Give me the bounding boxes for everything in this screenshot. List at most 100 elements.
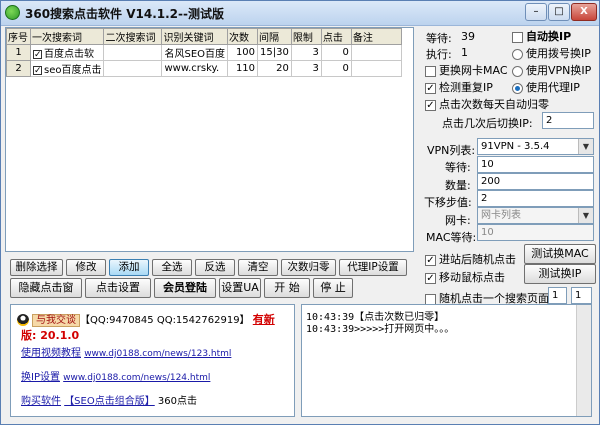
clear-button[interactable]: 清空 [238, 259, 278, 276]
vpn-wait-label: 等待: [445, 161, 471, 174]
times-cell[interactable]: 100 [227, 44, 259, 61]
kw1-cell[interactable]: ✓ 百度点击软 [29, 44, 105, 61]
col-header-no[interactable]: 序号 [6, 28, 31, 45]
nic-label: 网卡: [445, 214, 471, 227]
chevron-down-icon[interactable]: ▼ [578, 208, 593, 223]
ident-cell[interactable]: www.crsky. [161, 60, 229, 77]
start-button[interactable]: 开 始 [264, 278, 310, 298]
checkbox-icon [425, 293, 436, 305]
add-button[interactable]: 添加 [109, 259, 149, 276]
interval-cell[interactable]: 20 [257, 60, 292, 77]
random-click-checkbox[interactable]: ✓ 进站后随机点击 [425, 251, 516, 267]
kw1-cell[interactable]: ✓ seo百度点击 [29, 60, 105, 77]
chevron-down-icon[interactable]: ▼ [578, 139, 593, 154]
minimize-button[interactable]: – [525, 3, 547, 21]
close-button[interactable]: X [571, 3, 597, 21]
limit-cell[interactable]: 3 [290, 60, 322, 77]
vpn-step-input[interactable]: 2 [477, 190, 594, 207]
log-line: 10:43:39>>>>>打开网页中。。。 [306, 324, 455, 335]
use-proxy-radio[interactable]: 使用代理IP [512, 79, 580, 95]
auto-switch-ip-checkbox[interactable]: 自动换IP [512, 28, 571, 44]
click-settings-button[interactable]: 点击设置 [85, 278, 151, 298]
new-version-link[interactable]: 有新 [253, 313, 275, 326]
buy-link[interactable]: 购买软件 [21, 396, 61, 407]
edit-button[interactable]: 修改 [66, 259, 106, 276]
reset-count-button[interactable]: 次数归零 [281, 259, 336, 276]
test-ip-button[interactable]: 测试换IP [524, 264, 596, 284]
ip-settings-link[interactable]: 换IP设置 [21, 372, 60, 383]
interval-min: 15 [260, 47, 273, 58]
kw2-cell[interactable] [103, 60, 163, 77]
maximize-button[interactable]: □ [548, 3, 570, 21]
row-checkbox[interactable]: ✓ [33, 65, 42, 75]
title-bar[interactable]: 360搜索点击软件 V14.1.2--测试版 – □ X [1, 1, 599, 26]
checkbox-icon: ✓ [425, 254, 436, 266]
checkbox-icon: ✓ [425, 99, 436, 111]
note-cell[interactable] [350, 60, 402, 77]
set-ua-button[interactable]: 设置UA [219, 278, 261, 298]
radio-label: 使用VPN换IP [526, 64, 592, 77]
col-header-note[interactable]: 备注 [350, 28, 402, 45]
select-all-button[interactable]: 全选 [152, 259, 192, 276]
daily-reset-checkbox[interactable]: ✓ 点击次数每天自动归零 [425, 96, 549, 112]
checkbox-label: 自动换IP [526, 30, 572, 43]
col-header-kw2[interactable]: 二次搜索词 [103, 28, 163, 45]
vpn-list-select[interactable]: 91VPN - 3.5.4 ▼ [477, 138, 594, 155]
vpn-count-input[interactable]: 200 [477, 173, 594, 190]
page-to-input[interactable]: 1 [571, 287, 592, 304]
tutorial-line: 使用视频教程 www.dj0188.com/news/123.html [21, 344, 231, 359]
log-panel[interactable]: 10:43:39【点击次数已归零】 10:43:39>>>>>打开网页中。。。 [301, 304, 592, 417]
combo-link[interactable]: 【SEO点击组合版】 [64, 396, 155, 407]
radio-label: 使用拨号换IP [526, 47, 591, 60]
table-row[interactable]: 1 ✓ 百度点击软 名风SEO百度 100 15|30 3 0 [6, 44, 402, 61]
vpn-wait-input[interactable]: 10 [477, 156, 594, 173]
stop-button[interactable]: 停 止 [313, 278, 353, 298]
test-mac-button[interactable]: 测试换MAC [524, 244, 596, 264]
use-dialup-radio[interactable]: 使用拨号换IP [512, 45, 591, 61]
radio-icon [512, 82, 523, 94]
tutorial-url-link[interactable]: www.dj0188.com/news/123.html [84, 349, 231, 359]
switch-after-input[interactable]: 2 [542, 112, 594, 129]
col-header-interval[interactable]: 间隔 [257, 28, 292, 45]
member-login-button[interactable]: 会员登陆 [154, 278, 216, 298]
col-header-kw1[interactable]: 一次搜索词 [29, 28, 105, 45]
col-header-times[interactable]: 次数 [227, 28, 259, 45]
kw2-cell[interactable] [103, 44, 163, 61]
row-checkbox[interactable]: ✓ [33, 49, 42, 59]
col-header-ident[interactable]: 识别关键词 [161, 28, 229, 45]
invert-selection-button[interactable]: 反选 [195, 259, 235, 276]
keyword-table[interactable]: 序号 一次搜索词 二次搜索词 识别关键词 次数 间隔 限制 点击 备注 1 ✓ 百… [5, 27, 414, 252]
note-cell[interactable] [350, 44, 402, 61]
mac-wait-label: MAC等待: [426, 231, 477, 244]
ip-settings-url-link[interactable]: www.dj0188.com/news/124.html [63, 373, 210, 383]
col-header-clicks[interactable]: 点击 [320, 28, 352, 45]
times-cell[interactable]: 110 [227, 60, 259, 77]
table-header-row: 序号 一次搜索词 二次搜索词 识别关键词 次数 间隔 限制 点击 备注 [6, 28, 402, 45]
limit-cell[interactable]: 3 [290, 44, 322, 61]
mac-wait-input[interactable]: 10 [477, 224, 594, 241]
change-mac-checkbox[interactable]: 更换网卡MAC [425, 62, 508, 78]
nic-select[interactable]: 网卡列表 ▼ [477, 207, 594, 224]
detect-dup-ip-checkbox[interactable]: ✓ 检测重复IP [425, 79, 493, 95]
tutorial-link[interactable]: 使用视频教程 [21, 348, 81, 359]
move-mouse-checkbox[interactable]: ✓ 移动鼠标点击 [425, 269, 505, 285]
app-logo-icon [5, 5, 20, 20]
proxy-settings-button[interactable]: 代理IP设置 [339, 259, 407, 276]
checkbox-label: 更换网卡MAC [439, 64, 508, 77]
table-row[interactable]: 2 ✓ seo百度点击 www.crsky. 110 20 3 0 [6, 60, 402, 77]
use-vpn-radio[interactable]: 使用VPN换IP [512, 62, 591, 78]
clicks-cell[interactable]: 0 [320, 60, 352, 77]
row-number: 1 [6, 44, 31, 61]
hide-click-window-button[interactable]: 隐藏点击窗 [10, 278, 82, 298]
page-from-input[interactable]: 1 [548, 287, 567, 304]
interval-cell[interactable]: 15|30 [257, 44, 292, 61]
waiting-label: 等待: [426, 32, 452, 45]
col-header-limit[interactable]: 限制 [290, 28, 322, 45]
ip-settings-line: 换IP设置 www.dj0188.com/news/124.html [21, 368, 210, 383]
log-scrollbar[interactable] [576, 305, 591, 416]
clicks-cell[interactable]: 0 [320, 44, 352, 61]
qq-chat-link[interactable]: 与我交谈 [32, 314, 80, 327]
delete-selected-button[interactable]: 删除选择 [10, 259, 63, 276]
ident-cell[interactable]: 名风SEO百度 [161, 44, 229, 61]
info-panel: 与我交谈 【QQ:9470845 QQ:1542762919】 有新 版: 20.… [10, 304, 295, 417]
